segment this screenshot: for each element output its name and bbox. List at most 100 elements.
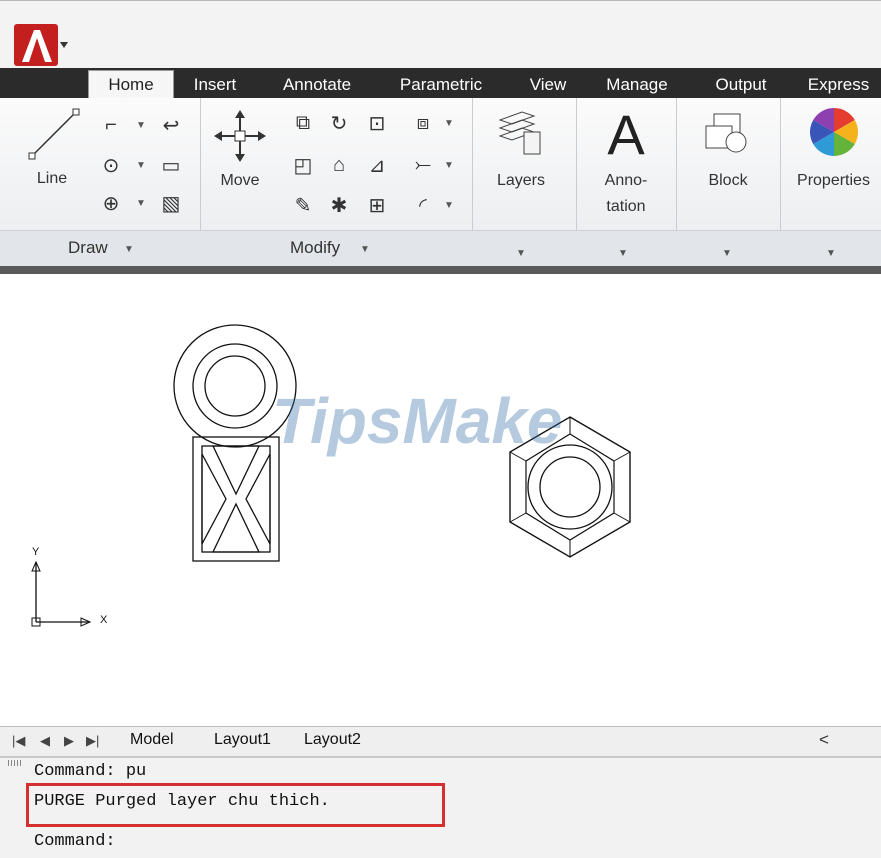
mirror-icon: ⊿: [368, 154, 386, 177]
fillet-icon: ◜: [419, 194, 427, 217]
circle-button[interactable]: ⊙: [96, 150, 126, 180]
offset-button[interactable]: ⌂: [324, 150, 354, 180]
block-button[interactable]: [700, 106, 756, 162]
layers-label: Layers: [496, 172, 546, 189]
first-layout-button[interactable]: |◀: [12, 733, 25, 749]
prev-layout-button[interactable]: ◀: [40, 733, 50, 749]
layers-expand-chevron-icon[interactable]: ▼: [516, 248, 526, 259]
modify-panel-title[interactable]: Modify: [290, 238, 340, 258]
properties-label: Properties: [797, 172, 870, 189]
brush-icon: ✎: [294, 194, 312, 217]
scroll-left-button[interactable]: <: [812, 729, 836, 753]
line-button[interactable]: [18, 104, 88, 204]
command-prompt[interactable]: Command:: [34, 832, 116, 851]
explode-icon: ✱: [330, 194, 348, 217]
mirror-button[interactable]: ⊿: [362, 150, 392, 180]
annotation-label-line1: Anno-: [604, 172, 648, 189]
line-icon: [28, 108, 80, 160]
drawing-canvas[interactable]: [0, 274, 881, 726]
triangle-left: [201, 453, 227, 545]
spline-button[interactable]: ↩: [156, 110, 186, 140]
tab-manage[interactable]: Manage: [592, 72, 682, 98]
polyline-button[interactable]: ⌐: [96, 110, 126, 140]
trim-icon: ⤚: [415, 153, 431, 176]
scale-icon: ◰: [293, 154, 313, 177]
tab-view[interactable]: View: [518, 72, 578, 98]
inner-rectangle: [201, 445, 271, 553]
chevron-down-icon[interactable]: ▼: [136, 160, 146, 171]
last-layout-button[interactable]: ▶|: [86, 733, 99, 749]
properties-expand-chevron-icon[interactable]: ▼: [826, 248, 836, 259]
rect-array-button[interactable]: ⊞: [362, 190, 392, 220]
chevron-down-icon[interactable]: ▼: [444, 200, 454, 211]
chevron-down-icon[interactable]: ▼: [124, 244, 134, 255]
scale-button[interactable]: ◰: [288, 150, 318, 180]
move-label: Move: [220, 172, 260, 189]
block-label: Block: [708, 172, 748, 189]
array-button[interactable]: ⧈: [408, 108, 438, 138]
inner-circle: [204, 355, 266, 417]
spline-icon: ↩: [162, 114, 180, 137]
hatch-button[interactable]: ▧: [156, 188, 186, 218]
annotation-label-line2: tation: [606, 198, 646, 215]
draw-panel-title[interactable]: Draw: [68, 238, 108, 258]
drawing-geometry: [31, 324, 631, 627]
hatch-icon: ▧: [161, 192, 181, 215]
application-menu-button[interactable]: [12, 22, 74, 66]
tab-layout1[interactable]: Layout1: [214, 731, 271, 749]
next-layout-button[interactable]: ▶: [64, 733, 74, 749]
chevron-down-icon[interactable]: ▼: [360, 244, 370, 255]
chevron-down-icon[interactable]: ▼: [136, 198, 146, 209]
copy-button[interactable]: ⧉: [288, 108, 318, 138]
ucs-y-label: Y: [32, 546, 40, 558]
tab-home[interactable]: Home: [88, 70, 174, 99]
chevron-down-icon[interactable]: ▼: [444, 160, 454, 171]
rectangle-icon: ▭: [161, 154, 181, 177]
stretch-button[interactable]: ⊡: [362, 108, 392, 138]
color-wheel-icon: [809, 107, 859, 156]
outer-rectangle: [192, 436, 280, 562]
tab-parametric[interactable]: Parametric: [386, 72, 496, 98]
title-bar: [0, 0, 881, 69]
trim-button[interactable]: ⤚: [408, 150, 438, 180]
offset-icon: ⌂: [332, 153, 346, 176]
block-icon: [705, 113, 747, 153]
array-icon: ⧈: [416, 111, 430, 134]
layers-button[interactable]: [494, 104, 550, 164]
ribbon-bottom-edge: [0, 266, 881, 274]
stretch-icon: ⊡: [368, 112, 386, 135]
tab-express[interactable]: Express: [796, 72, 881, 98]
copy-icon: ⧉: [295, 111, 311, 134]
rotate-button[interactable]: ↻: [324, 108, 354, 138]
command-window-grip[interactable]: [8, 760, 22, 766]
block-expand-chevron-icon[interactable]: ▼: [722, 248, 732, 259]
erase-button[interactable]: ✎: [288, 190, 318, 220]
nut-inner-circle: [539, 456, 601, 518]
tab-annotate[interactable]: Annotate: [266, 72, 368, 98]
highlight-box: [26, 783, 445, 827]
line-label: Line: [36, 170, 68, 187]
tab-layout2[interactable]: Layout2: [304, 731, 361, 749]
move-icon: [214, 110, 266, 162]
polyline-icon: ⌐: [105, 113, 117, 136]
chevron-down-icon[interactable]: ▼: [444, 118, 454, 129]
annotation-icon[interactable]: A: [596, 102, 656, 167]
tab-insert[interactable]: Insert: [180, 72, 250, 98]
arc-icon: ⊕: [102, 192, 120, 215]
watermark-text: TipsMake: [272, 385, 563, 457]
ellipse-button[interactable]: ⊕: [96, 188, 126, 218]
rectangle-button[interactable]: ▭: [156, 150, 186, 180]
chevron-down-icon[interactable]: ▼: [136, 120, 146, 131]
triangle-right: [245, 453, 271, 545]
grid-icon: ⊞: [368, 194, 386, 217]
properties-button[interactable]: [806, 104, 862, 160]
fillet-button[interactable]: ◜: [408, 190, 438, 220]
rotate-icon: ↻: [330, 112, 348, 135]
command-history-line-1: Command: pu: [34, 762, 147, 781]
explode-button[interactable]: ✱: [324, 190, 354, 220]
tab-model[interactable]: Model: [130, 731, 174, 749]
layers-icon: [498, 111, 541, 155]
ucs-x-label: X: [100, 614, 108, 626]
tab-output[interactable]: Output: [698, 72, 784, 98]
annotation-expand-chevron-icon[interactable]: ▼: [618, 248, 628, 259]
